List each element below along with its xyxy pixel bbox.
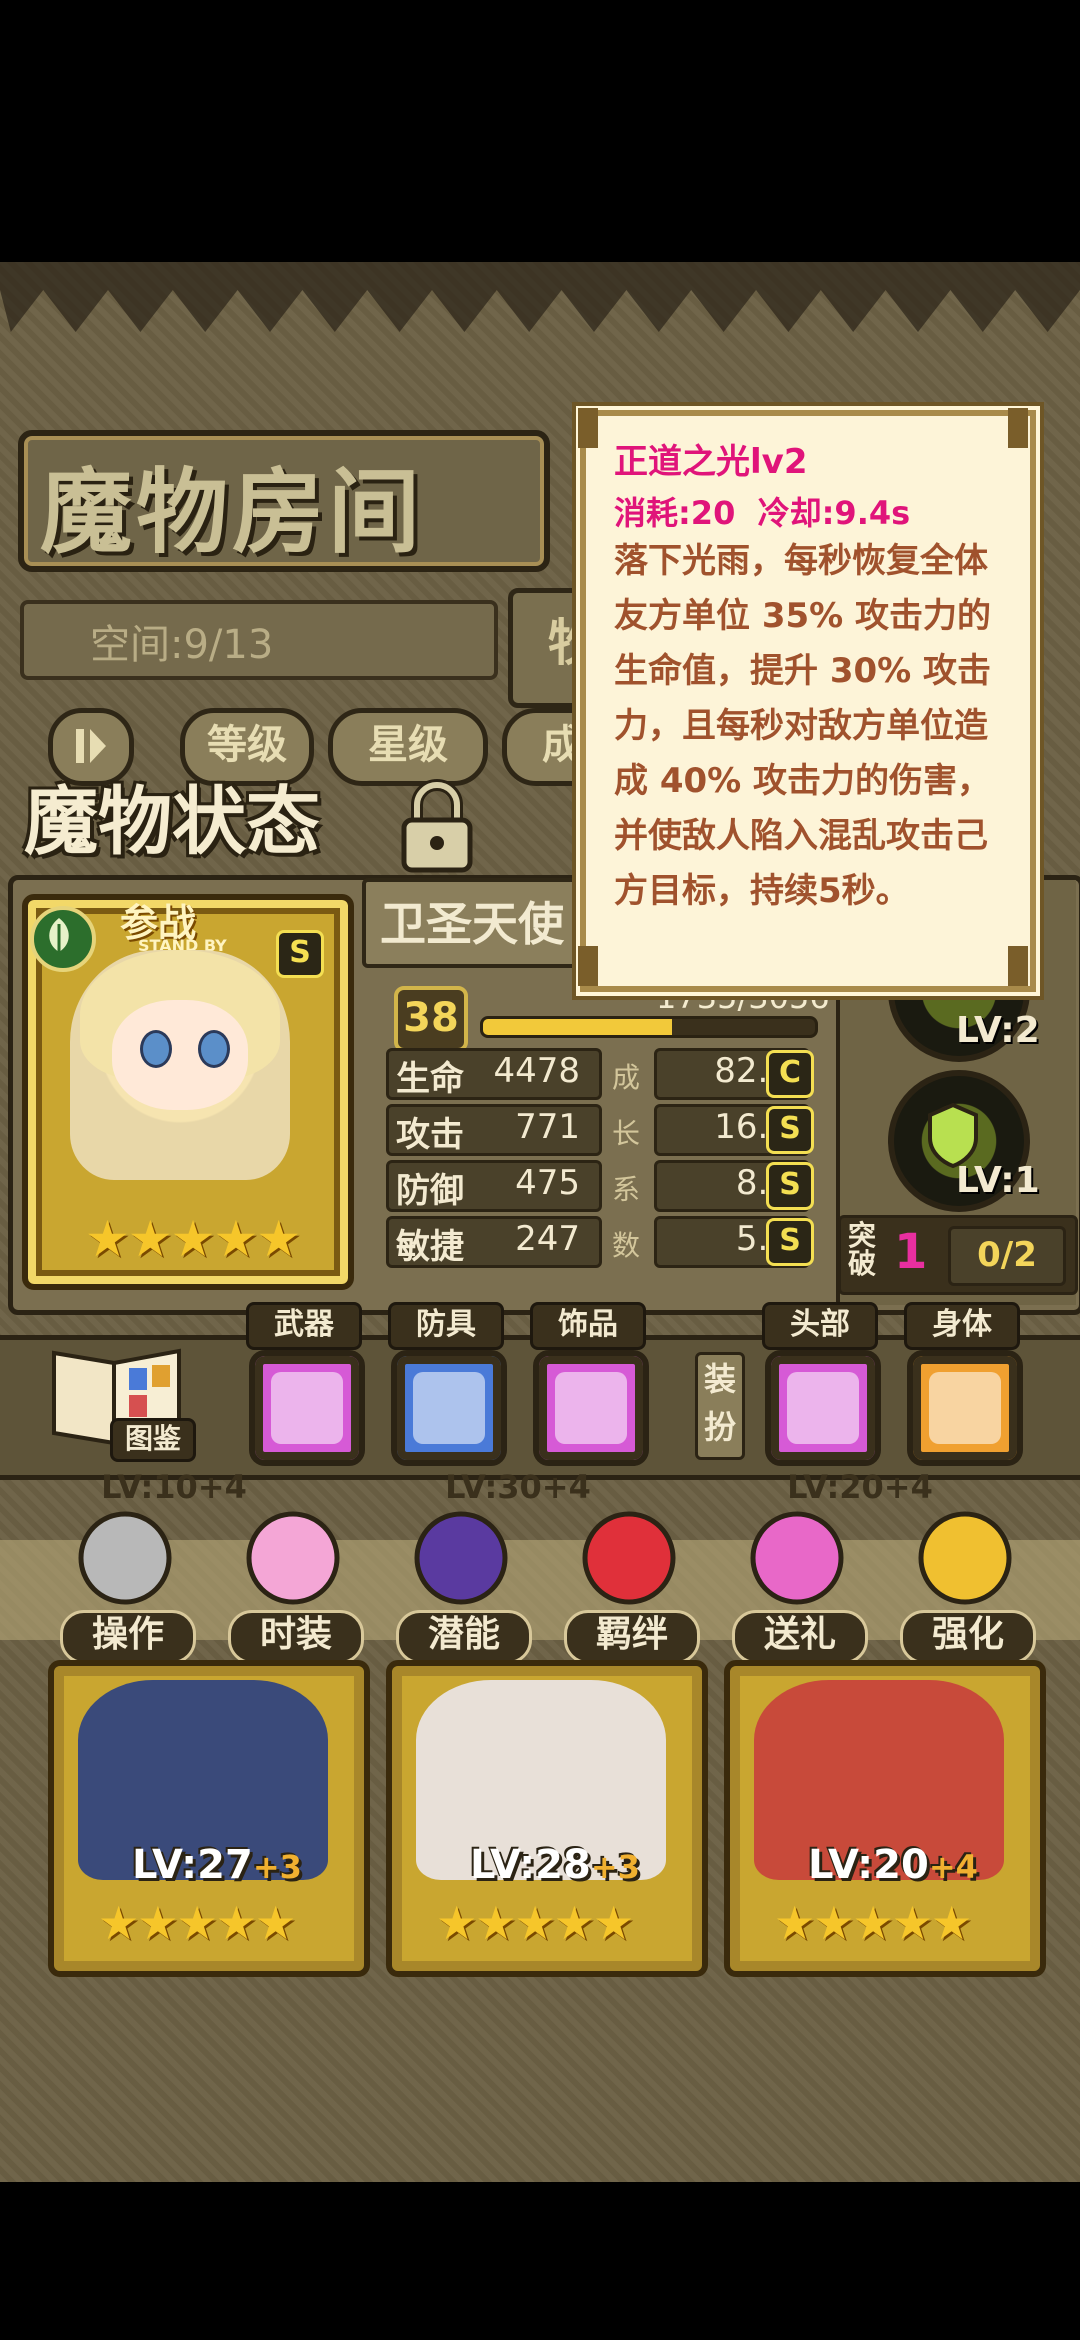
action-button-label[interactable]: 时装 xyxy=(228,1610,364,1664)
growth-label-char: 数 xyxy=(612,1229,641,1262)
equip-item-icon xyxy=(787,1372,859,1444)
stat-grade-badge: S xyxy=(766,1218,814,1266)
action-button-label[interactable]: 潜能 xyxy=(396,1610,532,1664)
lock-icon[interactable] xyxy=(392,775,482,875)
status-title: 魔物状态 xyxy=(24,779,320,865)
tooltip-description: 落下光雨，每秒恢复全体友方单位 35% 攻击力的生命值，提升 30% 攻击力，且… xyxy=(614,541,992,911)
monster-level-value: LV:27 xyxy=(132,1842,253,1888)
stat-value: 475 xyxy=(515,1163,580,1203)
stat-value: 247 xyxy=(515,1219,580,1259)
equip-slot-label: 饰品 xyxy=(530,1302,646,1350)
monster-level-value: LV:20 xyxy=(808,1842,929,1888)
portrait-eye-left xyxy=(140,1030,172,1068)
skill-2-level: LV:1 xyxy=(956,1160,1040,1201)
stat-grade-badge: S xyxy=(766,1162,814,1210)
action-button-label[interactable]: 操作 xyxy=(60,1610,196,1664)
exp-bar xyxy=(480,1016,818,1038)
breakthrough-value: 1 xyxy=(894,1224,928,1280)
monster-level: LV:20+4 xyxy=(808,1842,978,1888)
tooltip-corner xyxy=(1008,408,1028,448)
equip-slot[interactable] xyxy=(765,1350,881,1466)
space-counter: 空间:9/13 xyxy=(90,622,274,668)
stat-grade-badge: S xyxy=(766,1106,814,1154)
equip-item-icon xyxy=(929,1372,1001,1444)
dress-up-label[interactable]: 装扮 xyxy=(695,1352,745,1460)
stat-grade-badge: C xyxy=(766,1050,814,1098)
equip-slot-label: 头部 xyxy=(762,1302,878,1350)
card-star-rating: ★★★★★ xyxy=(85,1210,301,1268)
action-button-label[interactable]: 送礼 xyxy=(732,1610,868,1664)
stat-label: 敏捷 xyxy=(396,1227,464,1267)
monster-level-plus: +3 xyxy=(252,1848,302,1886)
stat-label: 防御 xyxy=(396,1171,464,1211)
equip-slot[interactable] xyxy=(533,1350,649,1466)
tooltip-corner xyxy=(578,946,598,986)
exp-bar-fill xyxy=(483,1019,672,1035)
level-badge: 38 xyxy=(394,986,468,1052)
tooltip-corner xyxy=(578,408,598,448)
monster-name: 卫圣天使 xyxy=(380,897,564,951)
skill-1-level: LV:2 xyxy=(956,1010,1040,1051)
monster-level-plus: +3 xyxy=(590,1848,640,1886)
breakthrough-label-bottom: 破 xyxy=(848,1247,877,1280)
monster-star-rating: ★★★★★ xyxy=(774,1896,972,1950)
equip-slot[interactable] xyxy=(391,1350,507,1466)
page-title: 魔物房间 xyxy=(40,458,425,566)
breakthrough-label: 突破 xyxy=(848,1222,876,1278)
nature-element-icon xyxy=(30,906,96,972)
encyclopedia-label: 图鉴 xyxy=(110,1418,196,1462)
breakthrough-progress: 0/2 xyxy=(948,1226,1066,1286)
grade-badge: S xyxy=(276,930,324,978)
action-button-label[interactable]: 羁绊 xyxy=(564,1610,700,1664)
monster-star-rating: ★★★★★ xyxy=(98,1896,296,1950)
stat-label: 生命 xyxy=(396,1059,464,1099)
tooltip-corner xyxy=(1008,946,1028,986)
monster-star-rating: ★★★★★ xyxy=(436,1896,634,1950)
growth-label-char: 系 xyxy=(612,1173,641,1206)
action-button-label[interactable]: 强化 xyxy=(900,1610,1036,1664)
equip-slot-label: 身体 xyxy=(904,1302,1020,1350)
monster-level: LV:28+3 xyxy=(470,1842,640,1888)
portrait-eye-right xyxy=(198,1030,230,1068)
tooltip-cost-line: 消耗:20 冷却:9.4s xyxy=(614,488,910,534)
monster-level: LV:27+3 xyxy=(132,1842,302,1888)
monster-level-value: LV:28 xyxy=(470,1842,591,1888)
equip-item-icon xyxy=(413,1372,485,1444)
equip-slot[interactable] xyxy=(249,1350,365,1466)
dress-up-text: 装扮 xyxy=(703,1360,736,1446)
stat-value: 4478 xyxy=(493,1051,580,1091)
growth-label-char: 长 xyxy=(612,1117,641,1150)
stat-value: 771 xyxy=(515,1107,580,1147)
equip-slot-label: 武器 xyxy=(246,1302,362,1350)
growth-label-char: 成 xyxy=(612,1061,641,1094)
equip-item-icon xyxy=(555,1372,627,1444)
tooltip-title: 正道之光lv2 xyxy=(614,442,808,482)
equip-item-icon xyxy=(271,1372,343,1444)
equip-slot-label: 防具 xyxy=(388,1302,504,1350)
tooltip-cooldown: 冷却:9.4s xyxy=(757,494,911,532)
monster-level-plus: +4 xyxy=(928,1848,978,1886)
equip-slot[interactable] xyxy=(907,1350,1023,1466)
stat-label: 攻击 xyxy=(396,1115,464,1155)
tooltip-cost: 消耗:20 xyxy=(614,494,736,532)
